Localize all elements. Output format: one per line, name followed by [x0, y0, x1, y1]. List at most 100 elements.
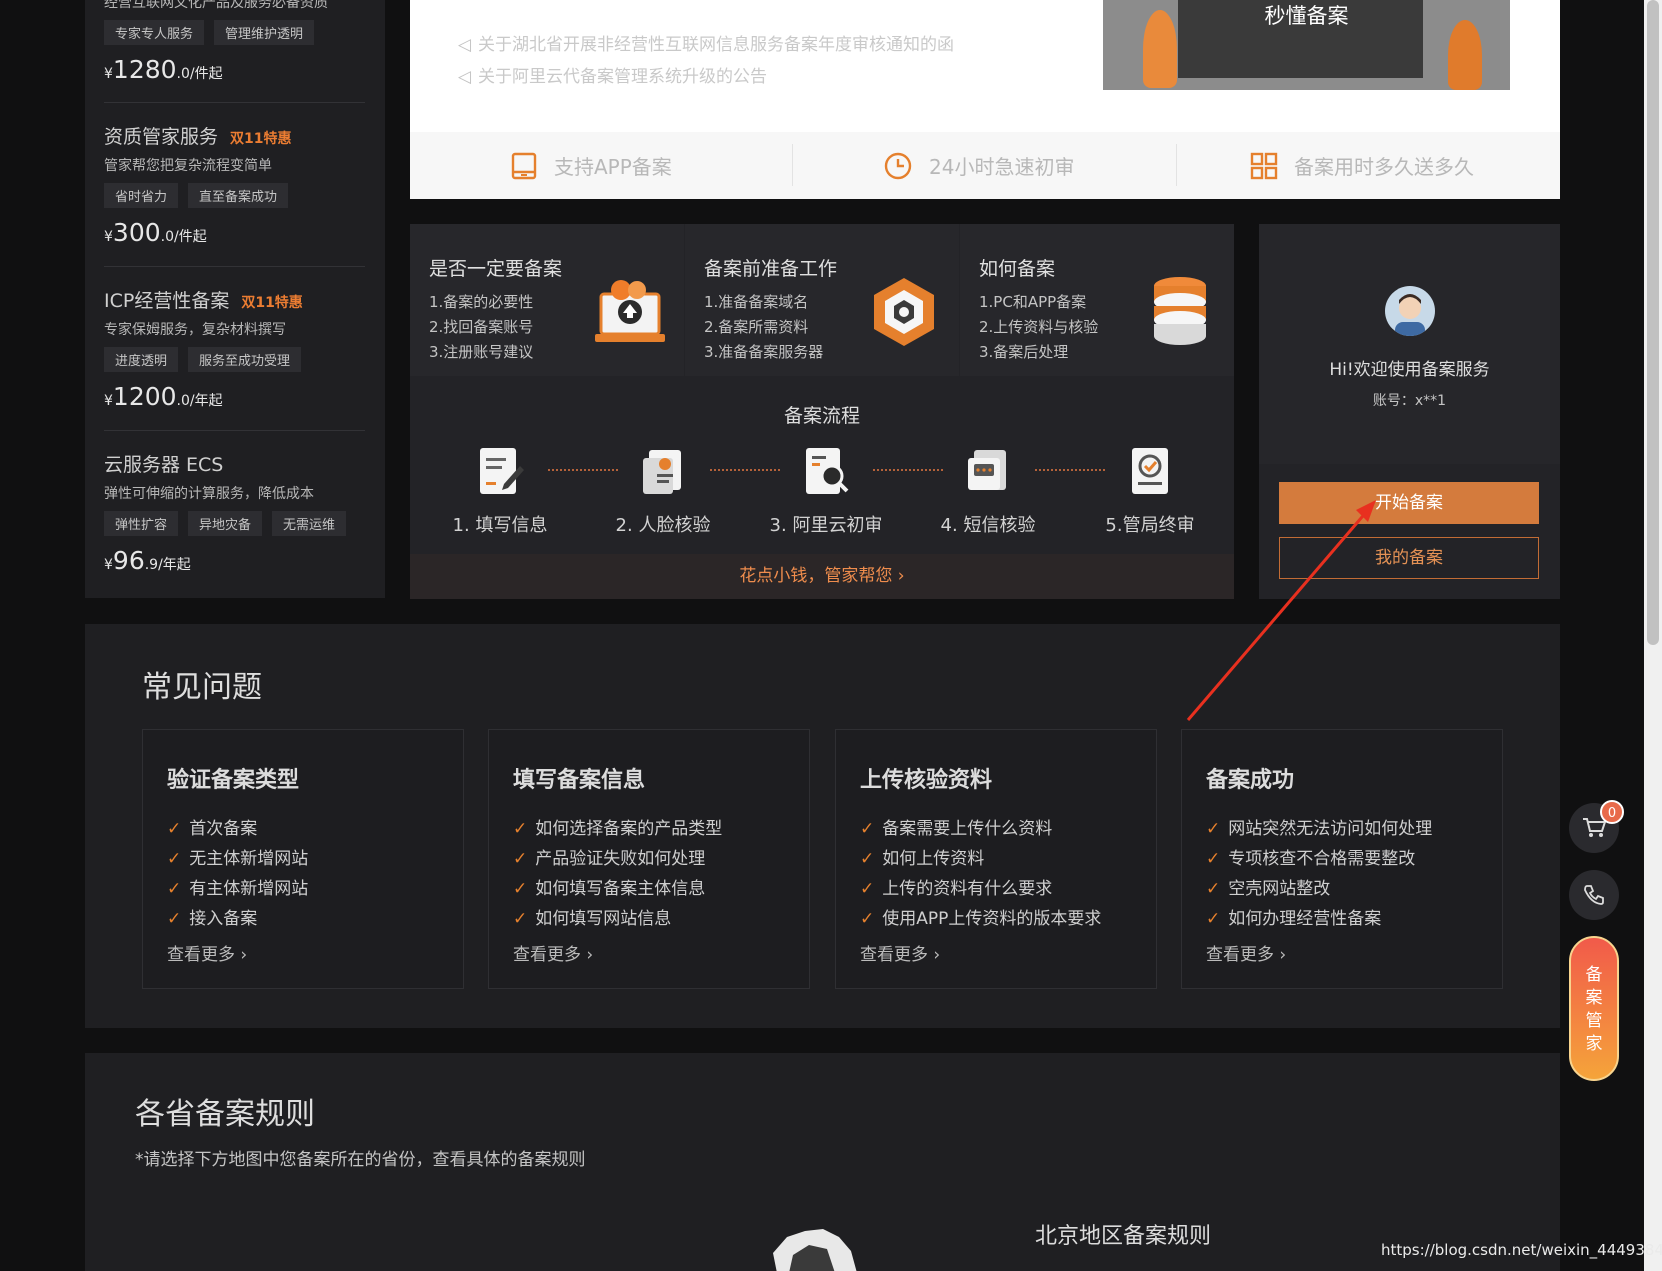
product-name: 资质管家服务 双11特惠: [104, 126, 292, 148]
product-item[interactable]: 资质管家服务 双11特惠 管家帮您把复杂流程变简单 省时省力 直至备案成功 ¥30…: [104, 122, 365, 247]
faq-link[interactable]: ✓ 备案需要上传什么资料: [860, 814, 1052, 839]
phone-button[interactable]: [1569, 870, 1619, 920]
guide-link[interactable]: 2.备案所需资料: [704, 316, 808, 337]
scrollbar-thumb[interactable]: [1647, 0, 1659, 645]
video-illustration[interactable]: 秒懂备案: [1103, 0, 1510, 90]
product-tag: 进度透明: [104, 347, 179, 372]
see-more-link[interactable]: 查看更多 ›: [513, 940, 593, 965]
filing-manager-button[interactable]: 备 案 管 家: [1569, 936, 1619, 1081]
product-item[interactable]: 经营互联网文化产品及服务必备资质 专家专人服务 管理维护透明 ¥1280.0/件…: [104, 0, 365, 84]
guide-link[interactable]: 3.注册账号建议: [429, 341, 533, 362]
see-more-link[interactable]: 查看更多 ›: [167, 940, 247, 965]
laptop-upload-icon: [595, 280, 665, 342]
cart-count-badge: 0: [1600, 800, 1624, 824]
manager-service-link[interactable]: 花点小钱，管家帮您 ›: [410, 554, 1234, 599]
guide-link[interactable]: 1.备案的必要性: [429, 291, 533, 312]
guide-link[interactable]: 3.备案后处理: [979, 341, 1068, 362]
guide-link[interactable]: 2.找回备案账号: [429, 316, 533, 337]
guide-link[interactable]: 3.准备备案服务器: [704, 341, 823, 362]
divider: [104, 266, 365, 267]
guide-column[interactable]: 备案前准备工作 1.准备备案域名 2.备案所需资料 3.准备备案服务器: [685, 224, 959, 376]
hero-banner: ◁ 关于湖北省开展非经营性互联网信息服务备案年度审核通知的函 ◁ 关于阿里云代备案管…: [410, 0, 1560, 199]
faq-link[interactable]: ✓ 有主体新增网站: [167, 874, 308, 899]
faq-link[interactable]: ✓ 使用APP上传资料的版本要求: [860, 904, 1101, 929]
flow-step-icon-wrap: [908, 446, 1068, 502]
check-icon: ✓: [167, 819, 182, 839]
faq-link[interactable]: ✓ 如何填写备案主体信息: [513, 874, 705, 899]
avatar-face-icon: [1395, 294, 1425, 336]
province-map[interactable]: [765, 1223, 865, 1271]
guide-link[interactable]: 2.上传资料与核验: [979, 316, 1098, 337]
product-list-panel: 经营互联网文化产品及服务必备资质 专家专人服务 管理维护透明 ¥1280.0/件…: [85, 0, 385, 598]
grid-icon: [1250, 152, 1278, 179]
tablet-icon: [511, 152, 537, 179]
page-scrollbar[interactable]: [1644, 0, 1662, 1271]
product-desc: 经营互联网文化产品及服务必备资质: [104, 0, 328, 11]
faq-card-title: 填写备案信息: [513, 768, 646, 793]
promo-badge: 双11特惠: [230, 131, 292, 147]
start-filing-button[interactable]: 开始备案: [1279, 482, 1539, 524]
product-name: ICP经营性备案 双11特惠: [104, 290, 303, 312]
face-verify-icon: [643, 450, 681, 494]
guide-column[interactable]: 如何备案 1.PC和APP备案 2.上传资料与核验 3.备案后处理: [960, 224, 1234, 376]
divider: [792, 144, 793, 186]
guide-link[interactable]: 1.准备备案域名: [704, 291, 808, 312]
faq-link[interactable]: ✓ 上传的资料有什么要求: [860, 874, 1052, 899]
faq-link[interactable]: ✓ 如何上传资料: [860, 844, 984, 869]
guide-link[interactable]: 1.PC和APP备案: [979, 291, 1086, 312]
faq-link[interactable]: ✓ 如何填写网站信息: [513, 904, 671, 929]
faq-link[interactable]: ✓ 空壳网站整改: [1206, 874, 1330, 899]
certificate-icon: [1132, 448, 1168, 494]
faq-link[interactable]: ✓ 产品验证失败如何处理: [513, 844, 705, 869]
flow-step-icon-wrap: [420, 446, 580, 502]
check-icon: ✓: [1206, 909, 1221, 929]
feature-strip: 支持APP备案 24小时急速初审 备案用时多久送多久: [410, 132, 1560, 199]
faq-link[interactable]: ✓ 如何办理经营性备案: [1206, 904, 1381, 929]
flow-step-label: 1. 填写信息: [452, 515, 548, 536]
see-more-link[interactable]: 查看更多 ›: [860, 940, 940, 965]
notice-link[interactable]: ◁ 关于湖北省开展非经营性互联网信息服务备案年度审核通知的函: [458, 30, 954, 55]
doc-search-icon: [806, 448, 849, 494]
faq-link[interactable]: ✓ 如何选择备案的产品类型: [513, 814, 722, 839]
guide-card: 是否一定要备案 1.备案的必要性 2.找回备案账号 3.注册账号建议 备案前准备…: [410, 224, 1234, 599]
check-icon: ✓: [860, 849, 875, 869]
account-text: 账号：x**1: [1372, 393, 1447, 409]
faq-link[interactable]: ✓ 无主体新增网站: [167, 844, 308, 869]
cube-icon: [874, 278, 934, 346]
check-icon: ✓: [860, 819, 875, 839]
user-panel: Hi!欢迎使用备案服务 账号：x**1 开始备案 我的备案: [1259, 224, 1560, 599]
faq-link[interactable]: ✓ 首次备案: [167, 814, 257, 839]
speaker-icon: ◁: [458, 67, 472, 87]
product-price: ¥96.9/年起: [104, 546, 191, 575]
section-hint: *请选择下方地图中您备案所在的省份，查看具体的备案规则: [135, 1150, 586, 1170]
product-item[interactable]: 云服务器 ECS 弹性可伸缩的计算服务，降低成本 弹性扩容 异地灾备 无需运维 …: [104, 450, 365, 575]
flow-title: 备案流程: [783, 405, 860, 427]
product-desc: 弹性可伸缩的计算服务，降低成本: [104, 486, 314, 502]
see-more-link[interactable]: 查看更多 ›: [1206, 940, 1286, 965]
product-price: ¥300.0/件起: [104, 218, 207, 247]
check-icon: ✓: [860, 879, 875, 899]
product-item[interactable]: ICP经营性备案 双11特惠 专家保姆服务，复杂材料撰写 进度透明 服务至成功受理…: [104, 286, 365, 411]
faq-link[interactable]: ✓ 专项核查不合格需要整改: [1206, 844, 1415, 869]
faq-card-title: 备案成功: [1206, 768, 1295, 793]
faq-link[interactable]: ✓ 接入备案: [167, 904, 257, 929]
notice-link[interactable]: ◁ 关于阿里云代备案管理系统升级的公告: [458, 62, 767, 87]
faq-link[interactable]: ✓ 网站突然无法访问如何处理: [1206, 814, 1432, 839]
person-illustration: [1143, 10, 1177, 88]
guide-column-title: 如何备案: [979, 258, 1056, 280]
product-tag: 管理维护透明: [214, 20, 315, 45]
product-name: 云服务器 ECS: [104, 454, 224, 476]
promo-badge: 双11特惠: [241, 295, 303, 311]
step-connector: [873, 469, 943, 471]
feature-item: 24小时急速初审: [883, 132, 1074, 199]
welcome-text: Hi!欢迎使用备案服务: [1329, 360, 1490, 380]
guide-column[interactable]: 是否一定要备案 1.备案的必要性 2.找回备案账号 3.注册账号建议: [410, 224, 684, 376]
check-icon: ✓: [167, 849, 182, 869]
feature-item: 支持APP备案: [510, 132, 672, 199]
flow-step-label: 2. 人脸核验: [615, 515, 711, 536]
user-info: Hi!欢迎使用备案服务 账号：x**1: [1259, 224, 1560, 464]
watermark-text: https://blog.csdn.net/weixin_44493841: [1381, 1241, 1662, 1259]
faq-card: 填写备案信息 ✓ 如何选择备案的产品类型 ✓ 产品验证失败如何处理 ✓ 如何填写备案主…: [488, 729, 810, 989]
my-filings-button[interactable]: 我的备案: [1279, 537, 1539, 579]
province-rules-section: 各省备案规则 *请选择下方地图中您备案所在的省份，查看具体的备案规则 北京地区备…: [85, 1053, 1560, 1271]
